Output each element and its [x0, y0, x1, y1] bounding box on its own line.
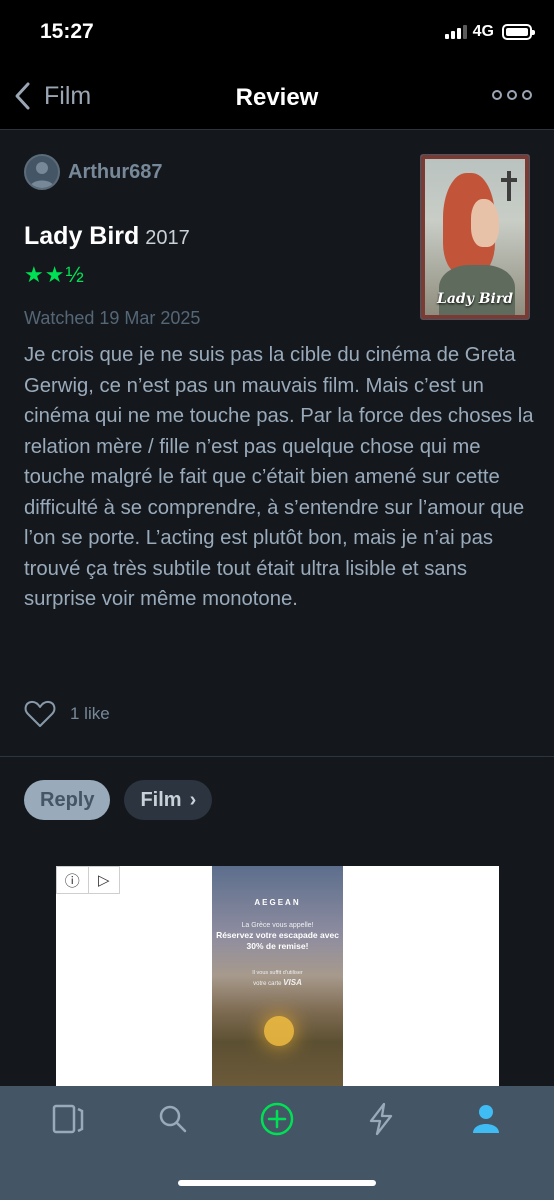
adchoices-icon[interactable]: ▷	[87, 867, 120, 893]
activity-icon	[370, 1102, 393, 1136]
visa-logo: VISA	[283, 978, 302, 987]
film-poster[interactable]: Lady Bird	[420, 154, 530, 320]
add-icon	[260, 1102, 294, 1136]
info-icon[interactable]: ⓘ	[57, 867, 88, 893]
page-title: Review	[235, 84, 319, 111]
tab-search[interactable]	[120, 1086, 224, 1152]
like-row: 1 like	[24, 700, 110, 728]
tab-add[interactable]	[225, 1086, 329, 1152]
ad-offer: Réservez votre escapade avec 30% de remi…	[216, 930, 339, 951]
user-silhouette-icon	[30, 162, 54, 188]
avatar[interactable]	[24, 154, 60, 190]
ad-controls: ⓘ ▷	[56, 866, 120, 894]
advertisement[interactable]: ⓘ ▷ AEGEAN La Grèce vous appelle! Réserv…	[56, 866, 499, 1086]
profile-icon	[472, 1105, 499, 1133]
status-time: 15:27	[40, 20, 94, 43]
poster-title: Lady Bird	[436, 291, 514, 307]
review-body: Je crois que je ne suis pas la cible du …	[24, 344, 534, 610]
tab-films[interactable]	[16, 1086, 120, 1152]
film-title[interactable]: Lady Bird	[24, 222, 139, 251]
cellular-signal-icon	[444, 25, 467, 39]
film-year: 2017	[145, 227, 190, 249]
chevron-right-icon: ›	[189, 788, 197, 811]
home-indicator	[178, 1180, 376, 1186]
ellipsis-icon	[492, 90, 502, 100]
more-options-button[interactable]	[492, 90, 532, 100]
star-rating: ★★½	[24, 262, 85, 287]
film-label: Film	[140, 788, 182, 811]
search-icon	[159, 1105, 186, 1133]
films-icon	[52, 1104, 84, 1134]
ad-headline: La Grèce vous appelle!	[241, 922, 314, 929]
divider	[0, 756, 554, 757]
status-indicators: 4G	[444, 23, 535, 41]
tab-activity[interactable]	[329, 1086, 433, 1152]
author-name[interactable]: Arthur687	[68, 161, 162, 184]
nav-bar: Film Review	[0, 66, 554, 130]
reply-label: Reply	[40, 788, 95, 811]
network-type: 4G	[472, 23, 494, 40]
reply-button[interactable]: Reply	[24, 780, 111, 820]
battery-icon	[502, 24, 535, 40]
ad-creative[interactable]: AEGEAN La Grèce vous appelle! Réservez v…	[212, 866, 343, 1086]
film-title-row: Lady Bird 2017	[24, 222, 190, 251]
heart-icon[interactable]	[24, 700, 56, 728]
action-pills: Reply Film ›	[24, 780, 213, 820]
tab-profile[interactable]	[434, 1086, 538, 1152]
watched-date: Watched 19 Mar 2025	[24, 308, 201, 328]
ad-card-line: votre carte VISA	[253, 978, 302, 987]
ad-fine-print: Il vous suffit d'utiliser	[252, 970, 303, 976]
status-bar: 15:27 4G	[0, 0, 554, 66]
film-button[interactable]: Film ›	[124, 780, 213, 820]
ad-brand: AEGEAN	[254, 898, 301, 907]
like-count[interactable]: 1 like	[70, 704, 110, 724]
author-row[interactable]: Arthur687	[24, 154, 162, 190]
